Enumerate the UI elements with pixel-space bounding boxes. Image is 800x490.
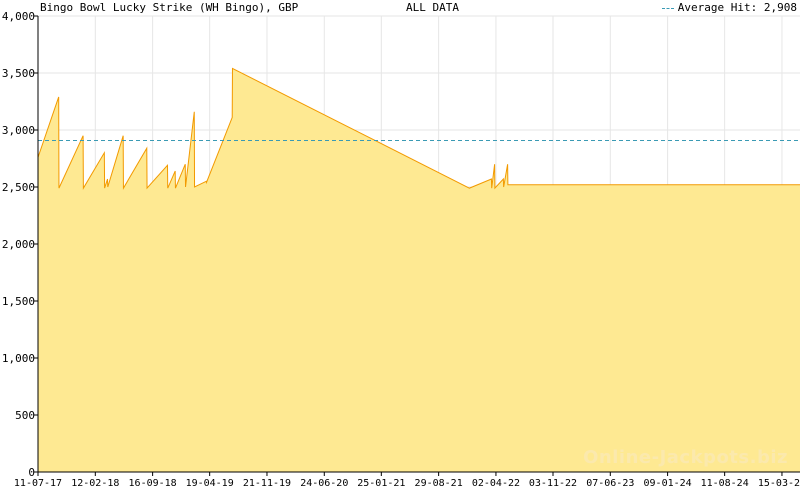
- y-tick-label: 1,000: [2, 352, 35, 365]
- x-tick-label: 07-06-23: [586, 478, 634, 489]
- chart-title: Bingo Bowl Lucky Strike (WH Bingo), GBP: [40, 1, 299, 14]
- x-tick-label: 11-08-24: [701, 478, 749, 489]
- x-tick-label: 09-01-24: [644, 478, 692, 489]
- x-tick-label: 24-06-20: [300, 478, 348, 489]
- x-tick-label: 02-04-22: [472, 478, 520, 489]
- y-tick-label: 1,500: [2, 295, 35, 308]
- x-tick-label: 21-11-19: [243, 478, 291, 489]
- legend: Average Hit: 2,908: [661, 1, 797, 14]
- legend-dash-swatch: [661, 7, 674, 9]
- x-tick-label: 19-04-19: [186, 478, 234, 489]
- x-tick-label: 15-03-25: [758, 478, 800, 489]
- x-tick-label: 12-02-18: [71, 478, 119, 489]
- x-tick-label: 03-11-22: [529, 478, 577, 489]
- x-tick-label: 29-08-21: [415, 478, 463, 489]
- watermark: Online-Jackpots.biz: [583, 447, 788, 468]
- x-tick-label: 25-01-21: [357, 478, 405, 489]
- x-tick-label: 11-07-17: [14, 478, 62, 489]
- jackpot-chart: 05001,0001,5002,0002,5003,0003,5004,000 …: [2, 10, 800, 489]
- y-tick-label: 3,500: [2, 67, 35, 80]
- y-axis: 05001,0001,5002,0002,5003,0003,5004,000: [2, 10, 38, 479]
- y-tick-label: 2,500: [2, 181, 35, 194]
- x-tick-label: 16-09-18: [129, 478, 177, 489]
- legend-average-label: Average Hit: 2,908: [677, 1, 797, 14]
- y-tick-label: 500: [15, 409, 35, 422]
- y-tick-label: 3,000: [2, 124, 35, 137]
- chart-subtitle: ALL DATA: [406, 1, 459, 14]
- x-axis: 11-07-17 12-02-18 16-09-18 19-04-19 21-11-19…: [14, 472, 800, 489]
- y-tick-label: 2,000: [2, 238, 35, 251]
- y-tick-label: 4,000: [2, 10, 35, 23]
